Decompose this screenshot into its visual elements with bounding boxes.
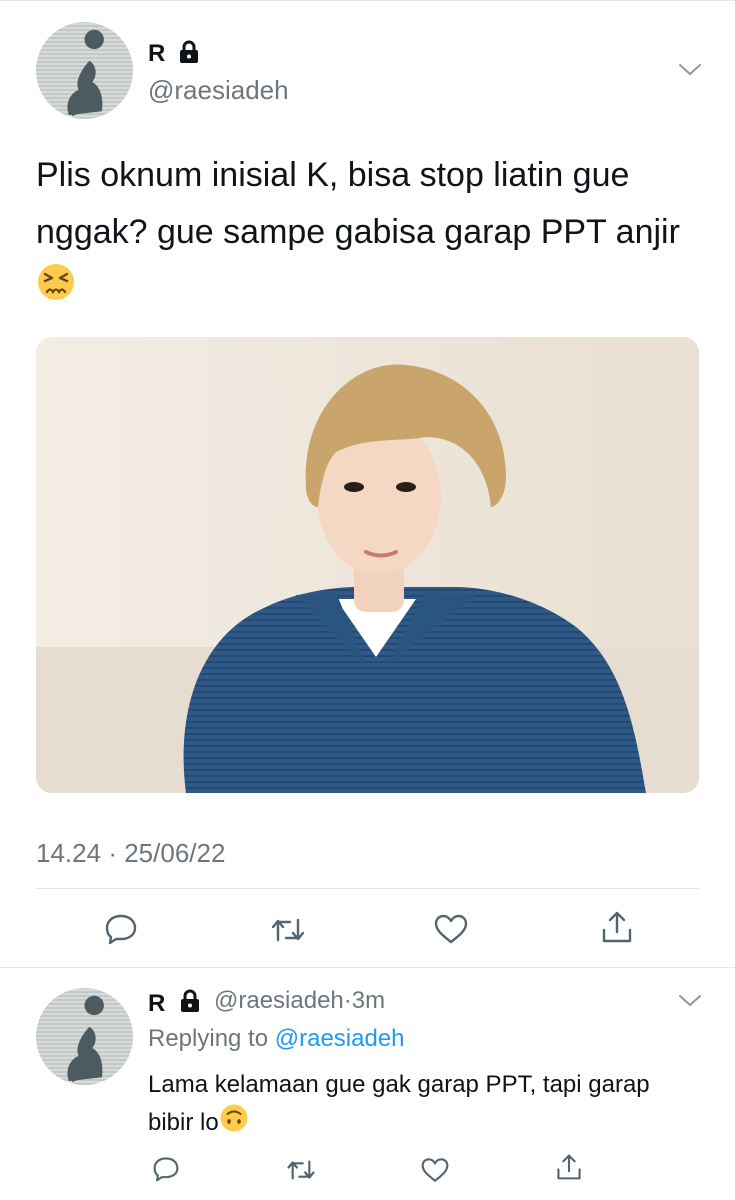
reply-display-name[interactable]: R: [148, 990, 165, 1018]
share-icon[interactable]: [556, 1153, 582, 1181]
section-divider: [0, 967, 735, 968]
username[interactable]: @raesiadeh: [148, 75, 289, 106]
photo-illustration: [36, 337, 699, 793]
reply-username[interactable]: @raesiadeh: [214, 987, 344, 1014]
persevering-face-emoji: [36, 262, 76, 320]
reply-icon[interactable]: [104, 913, 138, 945]
tweet-date: 25/06/22: [124, 838, 226, 868]
reply-meta: @raesiadeh·3m: [214, 987, 385, 1015]
reply-age[interactable]: 3m: [352, 987, 385, 1014]
reply-icon[interactable]: [152, 1156, 180, 1182]
reply-separator: ·: [343, 987, 352, 1014]
tweet-timestamp[interactable]: 14.24 · 25/06/22: [36, 838, 225, 869]
display-name[interactable]: R: [148, 40, 165, 68]
retweet-icon[interactable]: [270, 916, 306, 944]
replying-to-label: Replying to: [148, 1025, 269, 1052]
like-icon[interactable]: [434, 914, 468, 944]
tweet-text: Plis oknum inisial K, bisa stop liatin g…: [36, 147, 706, 320]
tweet-time: 14.24: [36, 838, 102, 868]
replying-to: Replying to @raesiadeh: [148, 1025, 405, 1053]
tweet-photo[interactable]: [36, 337, 699, 793]
avatar-silhouette-icon: [67, 995, 104, 1083]
lock-icon: [179, 989, 201, 1013]
chevron-down-icon[interactable]: [678, 993, 702, 1009]
like-icon[interactable]: [421, 1157, 449, 1183]
lock-icon: [178, 40, 200, 64]
reply-avatar[interactable]: [36, 988, 133, 1085]
chevron-down-icon[interactable]: [678, 62, 702, 78]
share-icon[interactable]: [601, 910, 633, 944]
tweet-text-content: Plis oknum inisial K, bisa stop liatin g…: [36, 156, 680, 251]
reply-text: Lama kelamaan gue gak garap PPT, tapi ga…: [148, 1067, 678, 1144]
avatar-silhouette-icon: [67, 29, 104, 117]
top-border: [0, 0, 735, 1]
avatar[interactable]: [36, 22, 133, 119]
upside-down-face-emoji: [219, 1103, 249, 1144]
meta-separator: ·: [108, 838, 117, 868]
replying-to-handle[interactable]: @raesiadeh: [275, 1025, 405, 1052]
tweet-divider: [36, 888, 699, 889]
retweet-icon[interactable]: [286, 1158, 316, 1182]
